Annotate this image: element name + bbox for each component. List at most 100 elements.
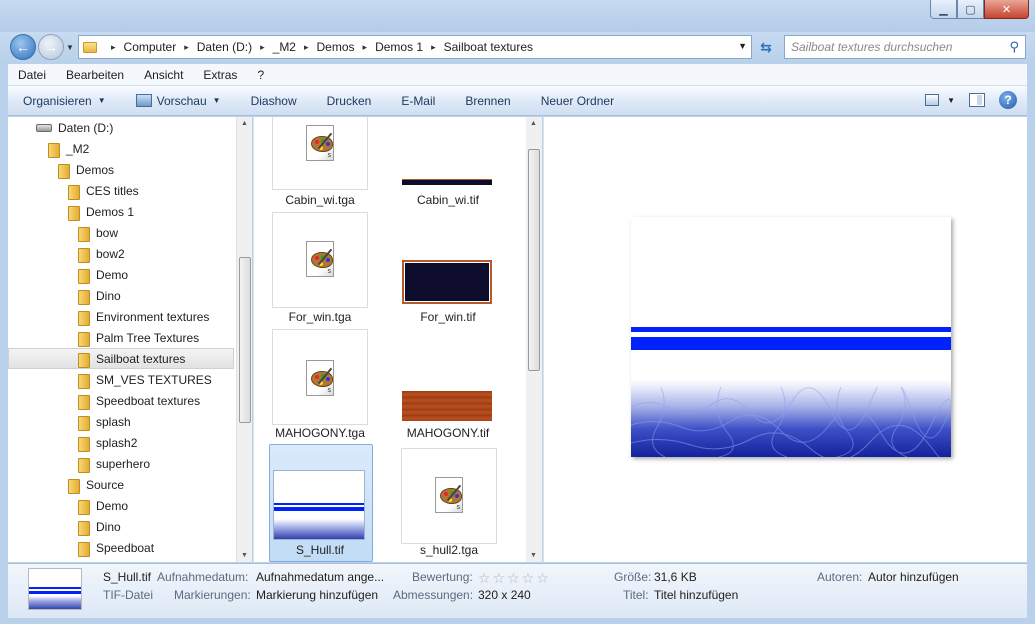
breadcrumb-demos1[interactable]: Demos 1 ▸ bbox=[375, 40, 444, 54]
scrollbar-thumb[interactable] bbox=[239, 257, 251, 423]
menu-tools[interactable]: Extras bbox=[193, 68, 247, 82]
preview-label: Vorschau bbox=[156, 93, 207, 108]
search-icon[interactable]: ⚲ bbox=[1009, 39, 1019, 55]
tree-item[interactable]: Dino bbox=[76, 285, 121, 306]
navigation-pane[interactable]: Daten (D:) _M2 Demos CES titles Demos 1 … bbox=[8, 117, 236, 562]
print-button[interactable]: Drucken bbox=[312, 94, 387, 108]
folder-icon bbox=[76, 247, 90, 263]
breadcrumb-sailboat[interactable]: Sailboat textures bbox=[444, 40, 533, 54]
menu-view[interactable]: Ansicht bbox=[134, 68, 193, 82]
breadcrumb-drive[interactable]: Daten (D:) ▸ bbox=[197, 40, 273, 54]
file-thumbnail: s bbox=[272, 329, 368, 425]
tree-item[interactable]: Speedboat bbox=[76, 537, 154, 558]
breadcrumb-label: Daten (D:) bbox=[196, 40, 253, 54]
close-button[interactable]: ✕ bbox=[984, 0, 1029, 19]
tree-label: Palm Tree Textures bbox=[96, 330, 200, 345]
menu-file[interactable]: Datei bbox=[8, 68, 56, 82]
chevron-down-icon[interactable]: ▼ bbox=[738, 41, 747, 51]
tree-item[interactable]: SM_VES TEXTURES bbox=[76, 369, 212, 390]
tree-item[interactable]: _M2 bbox=[46, 138, 89, 159]
breadcrumb-label: Sailboat textures bbox=[443, 40, 534, 54]
preview-icon bbox=[135, 94, 152, 107]
date-key: Aufnahmedatum: bbox=[157, 570, 249, 584]
tree-item[interactable]: Palm Tree Textures bbox=[76, 327, 199, 348]
crumb-separator-icon[interactable]: ▸ bbox=[103, 42, 124, 53]
tree-item[interactable]: Source bbox=[66, 474, 124, 495]
tree-item[interactable]: Daten (D:) bbox=[36, 117, 113, 138]
file-list-pane[interactable]: s Cabin_wi.tga Cabin_wi.tif s For_win.tg… bbox=[253, 117, 526, 562]
tree-item[interactable]: Environment textures bbox=[76, 306, 209, 327]
back-button[interactable]: ← bbox=[10, 34, 36, 60]
tree-item[interactable]: Demo bbox=[76, 495, 128, 516]
file-label: Cabin_wi.tga bbox=[285, 193, 355, 207]
tree-item-selected[interactable]: Sailboat textures bbox=[8, 348, 234, 369]
tree-item[interactable]: Demos bbox=[56, 159, 114, 180]
window-titlebar[interactable]: ▁ ▢ ✕ bbox=[0, 0, 1035, 32]
details-pane: S_Hull.tif TIF-Datei Aufnahmedatum: Aufn… bbox=[8, 563, 1027, 618]
new-folder-button[interactable]: Neuer Ordner bbox=[526, 94, 629, 108]
tree-item[interactable]: splash2 bbox=[76, 432, 137, 453]
tree-label: _M2 bbox=[66, 141, 90, 156]
file-list-scrollbar[interactable]: ▲ ▼ bbox=[526, 117, 542, 562]
recent-pages-dropdown[interactable]: ▼ bbox=[66, 43, 74, 52]
title-value[interactable]: Titel hinzufügen bbox=[654, 588, 738, 602]
scroll-down-icon[interactable]: ▼ bbox=[530, 552, 537, 559]
tree-label: Demo bbox=[96, 498, 129, 513]
tree-item[interactable]: Dino bbox=[76, 516, 121, 537]
tree-item[interactable]: CES titles bbox=[66, 180, 139, 201]
scrollbar-thumb[interactable] bbox=[528, 149, 540, 371]
menu-edit[interactable]: Bearbeiten bbox=[56, 68, 134, 82]
breadcrumb-m2[interactable]: _M2 ▸ bbox=[273, 40, 317, 54]
scroll-down-icon[interactable]: ▼ bbox=[241, 552, 248, 559]
file-thumbnail: s bbox=[401, 448, 497, 544]
folder-icon bbox=[76, 310, 90, 326]
preview-button[interactable]: Vorschau ▼ bbox=[121, 94, 236, 108]
scroll-up-icon[interactable]: ▲ bbox=[241, 120, 248, 127]
scroll-up-icon[interactable]: ▲ bbox=[530, 120, 537, 127]
help-icon[interactable]: ? bbox=[999, 91, 1017, 109]
tree-item[interactable]: Speedboat textures bbox=[76, 390, 200, 411]
tree-item[interactable]: Demos 1 bbox=[66, 201, 134, 222]
folder-icon bbox=[76, 499, 90, 515]
search-placeholder: Sailboat textures durchsuchen bbox=[791, 40, 953, 54]
file-label: For_win.tga bbox=[288, 310, 352, 324]
tree-item[interactable]: Demo bbox=[76, 264, 128, 285]
views-icon bbox=[925, 94, 940, 106]
search-input[interactable]: Sailboat textures durchsuchen ⚲ bbox=[784, 35, 1026, 59]
refresh-button[interactable]: ⇆ bbox=[754, 35, 778, 59]
navigation-scrollbar[interactable]: ▲ ▼ bbox=[236, 117, 252, 562]
tree-item[interactable]: superhero bbox=[76, 453, 150, 474]
breadcrumb-label: Computer bbox=[123, 40, 177, 54]
hull-stripe-thick bbox=[631, 337, 951, 350]
tree-label: bow bbox=[96, 225, 119, 240]
tga-palette-icon: s bbox=[306, 125, 334, 161]
slideshow-button[interactable]: Diashow bbox=[236, 94, 312, 108]
date-value[interactable]: Aufnahmedatum ange... bbox=[256, 570, 384, 584]
minimize-button[interactable]: ▁ bbox=[930, 0, 957, 19]
menu-help[interactable]: ? bbox=[247, 68, 274, 82]
address-row: ← → ▼ ▸ Computer ▸ Daten (D:) ▸ _M2 ▸ Demos… bbox=[0, 32, 1035, 62]
rating-key: Bewertung: bbox=[412, 570, 473, 584]
water-caustics-pattern bbox=[631, 387, 951, 457]
folder-icon bbox=[76, 289, 90, 305]
tree-label: SM_VES TEXTURES bbox=[96, 372, 212, 387]
preview-pane-icon[interactable] bbox=[969, 93, 985, 107]
breadcrumb-computer[interactable]: Computer ▸ bbox=[124, 40, 197, 54]
tags-value[interactable]: Markierung hinzufügen bbox=[256, 588, 378, 602]
maximize-button[interactable]: ▢ bbox=[957, 0, 984, 19]
rating-stars[interactable]: ☆☆☆☆☆ bbox=[478, 570, 551, 587]
organize-button[interactable]: Organisieren ▼ bbox=[8, 94, 121, 108]
tree-item[interactable]: bow bbox=[76, 222, 118, 243]
breadcrumb-demos[interactable]: Demos ▸ bbox=[317, 40, 376, 54]
address-bar[interactable]: ▸ Computer ▸ Daten (D:) ▸ _M2 ▸ Demos ▸ Demo… bbox=[78, 35, 752, 59]
menu-bar: Datei Bearbeiten Ansicht Extras ? bbox=[8, 64, 1027, 86]
tree-item[interactable]: splash bbox=[76, 411, 131, 432]
tree-label: superhero bbox=[96, 456, 151, 471]
tree-item[interactable]: bow2 bbox=[76, 243, 125, 264]
tree-label: Dino bbox=[96, 519, 121, 534]
email-button[interactable]: E-Mail bbox=[386, 94, 450, 108]
forward-button[interactable]: → bbox=[38, 34, 64, 60]
views-button[interactable]: ▼ bbox=[925, 94, 955, 106]
burn-button[interactable]: Brennen bbox=[450, 94, 525, 108]
authors-value[interactable]: Autor hinzufügen bbox=[868, 570, 959, 584]
